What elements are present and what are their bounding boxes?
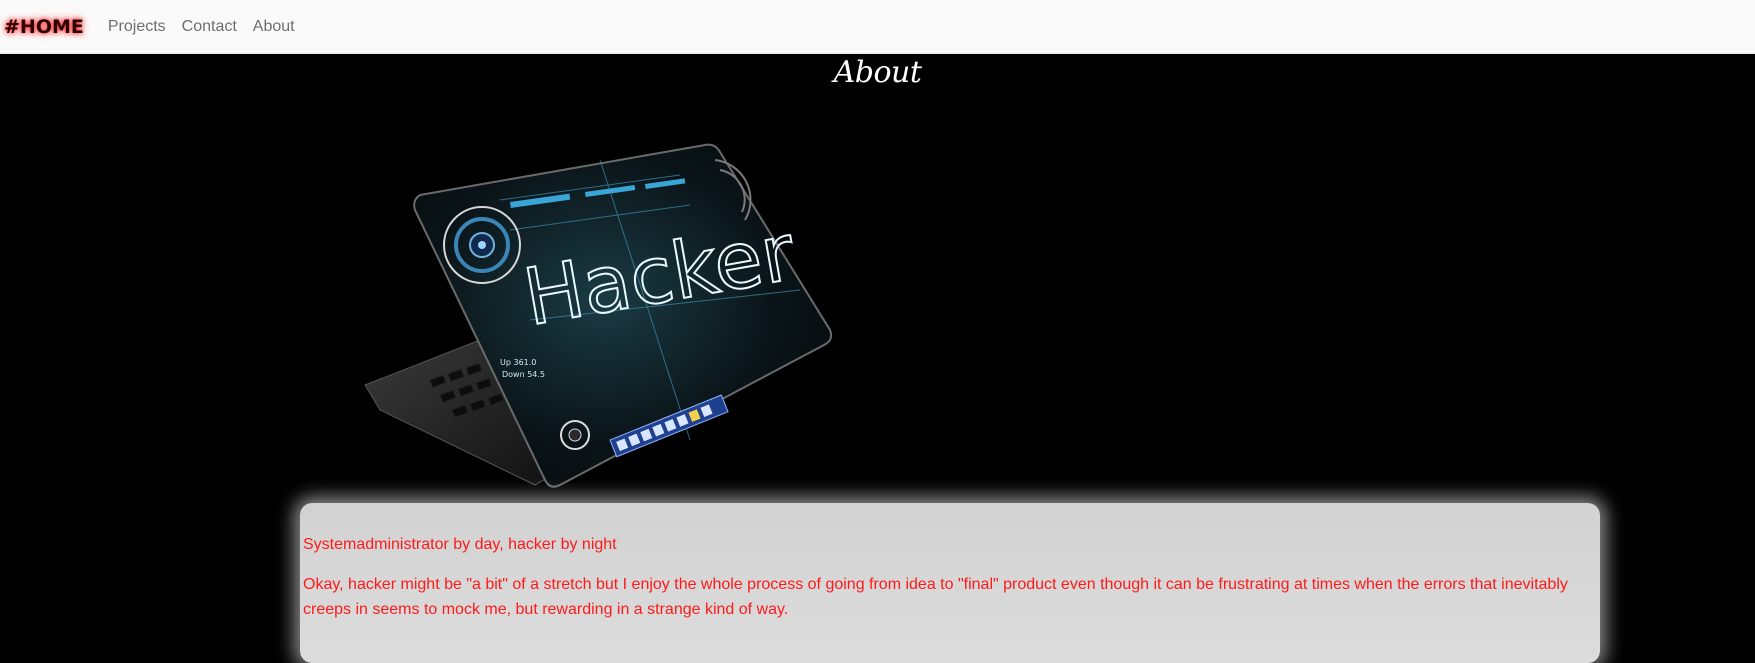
gauge-icon [443,206,521,284]
top-navbar: #HOME Projects Contact About [0,0,1755,54]
hacker-laptop-image: Hacker Up 361.0 Down 54.5 [360,140,840,490]
tagline-text: Systemadministrator by day, hacker by ni… [303,536,617,553]
page-title: About [833,55,922,90]
home-link[interactable]: #HOME [4,16,84,38]
upload-stat: Up 361.0 [500,358,536,367]
nav-link-projects[interactable]: Projects [108,18,166,36]
nav-link-contact[interactable]: Contact [182,18,237,36]
nav-link-about[interactable]: About [253,18,295,36]
about-card: Systemadministrator by day, hacker by ni… [300,503,1600,663]
laptop-illustration: Hacker Up 361.0 Down 54.5 [364,143,833,488]
about-paragraph: Okay, hacker might be "a bit" of a stret… [303,576,1568,618]
download-stat: Down 54.5 [502,370,545,379]
